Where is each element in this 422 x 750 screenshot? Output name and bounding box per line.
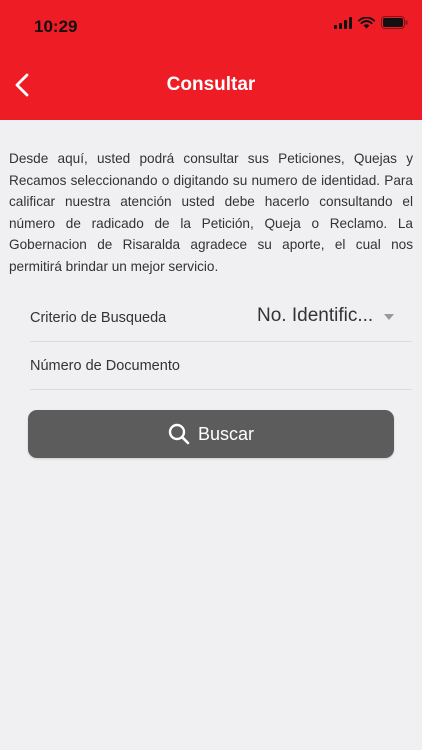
status-icons [334, 16, 408, 29]
search-criteria-value[interactable]: No. Identific... [257, 305, 373, 327]
status-time: 10:29 [34, 17, 78, 36]
search-button-label: Buscar [197, 423, 255, 444]
search-criteria-label: Criterio de Busqueda [30, 310, 167, 326]
intro-text: Desde aquí, usted podrá consultar sus Pe… [9, 151, 413, 274]
search-criteria-select[interactable]: Criterio de Busqueda No. Identific... [30, 294, 412, 342]
search-icon [168, 423, 190, 445]
page-title: Consultar [166, 74, 256, 95]
caret-down-icon[interactable] [384, 314, 394, 320]
app-header: 10:29 Consultar [0, 0, 422, 120]
document-number-input[interactable] [30, 342, 412, 389]
search-button[interactable]: Buscar [28, 410, 394, 458]
battery-icon [381, 16, 408, 29]
signal-icon [334, 16, 352, 29]
wifi-icon [358, 16, 375, 28]
document-number-row [30, 342, 412, 390]
